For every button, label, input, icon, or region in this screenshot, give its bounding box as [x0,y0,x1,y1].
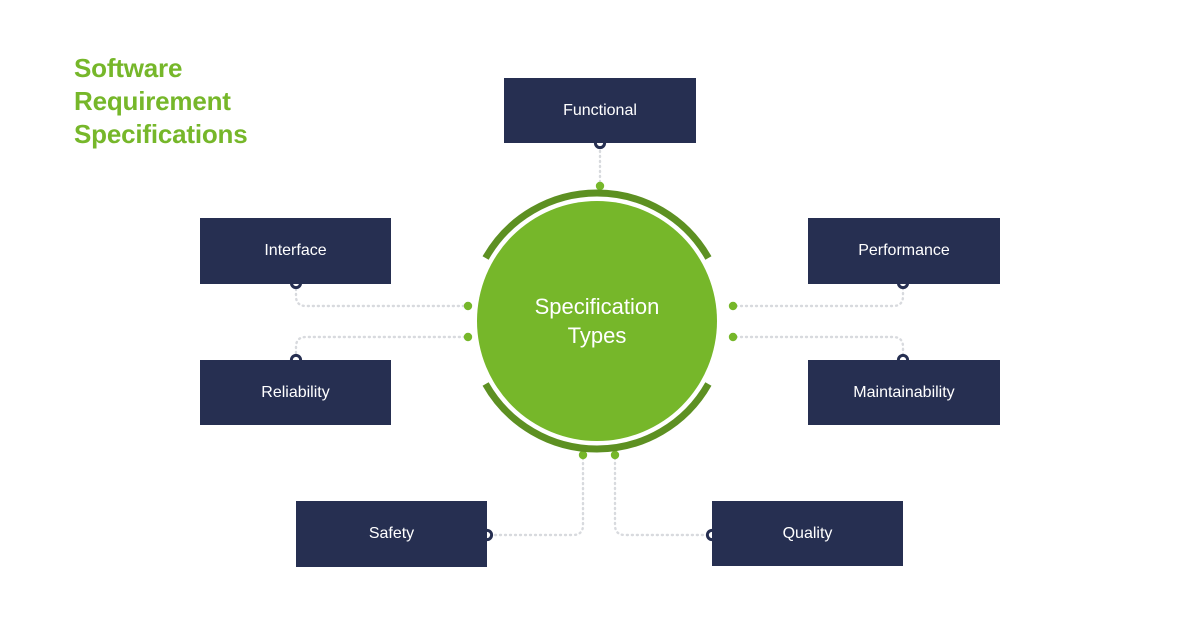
connector-safety [488,456,585,537]
node-maintainability[interactable]: Maintainability [808,360,1000,425]
node-interface-label: Interface [264,242,327,259]
node-safety-label: Safety [368,525,415,542]
connector-reliability [294,335,467,360]
hub-label: Specification Types [534,294,660,348]
connector-performance [734,282,905,308]
node-reliability-label: Reliability [261,383,330,401]
connector-maintainability [734,335,905,360]
node-safety[interactable]: Safety [296,501,487,567]
node-quality-label: Quality [782,524,833,542]
node-quality[interactable]: Quality [712,501,903,566]
node-functional[interactable]: Functional [504,78,696,143]
node-maintainability-label: Maintainability [853,383,955,401]
node-reliability[interactable]: Reliability [200,360,391,425]
connector-interface [294,282,467,308]
hub-circle[interactable]: Specification Types [477,201,717,441]
diagram-canvas: Software Requirement Specifications Spec… [0,0,1200,630]
node-performance[interactable]: Performance [808,218,1000,284]
node-interface[interactable]: Interface [200,218,391,284]
connector-quality [613,456,711,537]
node-functional-label: Functional [563,101,637,119]
node-performance-label: Performance [858,242,950,259]
